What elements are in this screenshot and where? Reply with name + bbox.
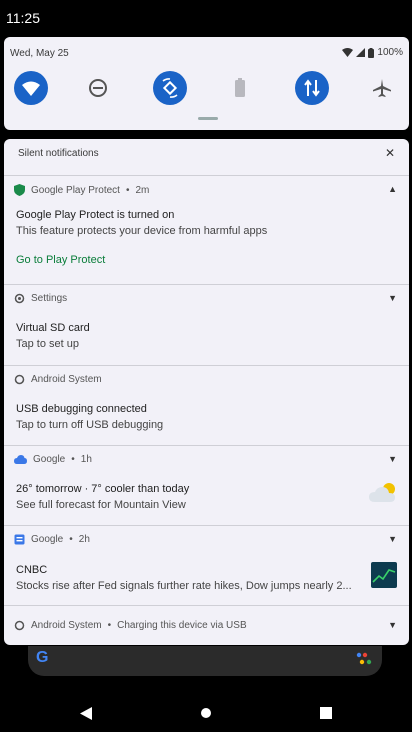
- back-icon: [80, 706, 92, 720]
- silent-notifications-header: Silent notifications: [18, 148, 99, 159]
- auto-rotate-icon: [162, 78, 178, 98]
- qs-date[interactable]: Wed, May 25: [10, 48, 69, 59]
- notification-header: Android System • Charging this device vi…: [14, 620, 247, 631]
- notification-app: Google: [33, 454, 66, 465]
- auto-rotate-tile[interactable]: [153, 71, 187, 105]
- recents-button[interactable]: [316, 703, 336, 723]
- notification-title: CNBC: [16, 564, 48, 576]
- quick-settings-panel: Wed, May 25 100%: [4, 37, 409, 130]
- chevron-down-icon[interactable]: ▼: [388, 293, 397, 303]
- wifi-icon: [22, 81, 40, 96]
- battery-icon: [368, 47, 375, 58]
- notification-panel: Silent notifications ✕ Google Play Prote…: [4, 139, 409, 645]
- notification-header: Settings: [14, 293, 67, 304]
- notification-header: Google • 2h: [14, 534, 90, 545]
- notification-app: Android System: [31, 374, 102, 385]
- chevron-down-icon[interactable]: ▼: [388, 620, 397, 630]
- notification-time: 2m: [135, 184, 150, 196]
- notification-settings[interactable]: Settings ▼ Virtual SD card Tap to set up: [4, 284, 409, 365]
- google-logo-icon: G: [36, 649, 49, 666]
- do-not-disturb-tile[interactable]: [81, 71, 115, 105]
- airplane-icon: [373, 79, 391, 97]
- notification-header: Google Play Protect • 2m: [14, 184, 149, 196]
- notification-text: Stocks rise after Fed signals further ra…: [16, 580, 352, 592]
- back-button[interactable]: [76, 703, 96, 723]
- notification-play-protect[interactable]: Google Play Protect • 2m ▲ Google Play P…: [4, 175, 409, 284]
- notification-header: Android System: [14, 374, 102, 385]
- status-bar: 11:25: [0, 0, 412, 36]
- notification-text: Tap to turn off USB debugging: [16, 419, 164, 431]
- notification-time: 1h: [80, 454, 92, 465]
- notification-text: Charging this device via USB: [117, 620, 247, 631]
- settings-icon: [14, 293, 25, 304]
- play-protect-icon: [14, 184, 25, 196]
- android-icon: [14, 620, 25, 631]
- android-icon: [14, 374, 25, 385]
- notification-time: 2h: [78, 534, 90, 545]
- battery-percent: 100%: [377, 47, 403, 58]
- wifi-tile[interactable]: [14, 71, 48, 105]
- notification-title: 26° tomorrow · 7° cooler than today: [16, 483, 190, 495]
- status-time: 11:25: [6, 10, 40, 26]
- notification-title: Virtual SD card: [16, 322, 90, 334]
- separator: •: [71, 454, 75, 465]
- do-not-disturb-icon: [89, 79, 107, 97]
- cell-signal-icon: [356, 48, 366, 57]
- notification-text: See full forecast for Mountain View: [16, 499, 186, 511]
- notification-title: USB debugging connected: [16, 403, 147, 415]
- airplane-mode-tile[interactable]: [365, 71, 399, 105]
- notification-title: Google Play Protect is turned on: [16, 209, 175, 221]
- notification-weather[interactable]: Google • 1h ▼ 26° tomorrow · 7° cooler t…: [4, 445, 409, 525]
- home-button[interactable]: [196, 703, 216, 723]
- separator: •: [125, 184, 130, 196]
- drag-handle[interactable]: [198, 117, 218, 120]
- assistant-icon[interactable]: [356, 652, 372, 666]
- navigation-bar: [0, 695, 412, 732]
- notification-app: Settings: [31, 293, 68, 304]
- news-icon: [14, 534, 25, 545]
- notification-charging[interactable]: Android System • Charging this device vi…: [4, 605, 409, 645]
- home-icon: [201, 708, 211, 718]
- wifi-signal-icon: [342, 48, 354, 57]
- chevron-down-icon[interactable]: ▼: [388, 534, 397, 544]
- mobile-data-icon: [304, 79, 320, 97]
- battery-saver-icon: [235, 78, 245, 97]
- partly-cloudy-icon: [369, 483, 395, 502]
- notification-usb-debugging[interactable]: Android System USB debugging connected T…: [4, 365, 409, 445]
- cloud-icon: [14, 455, 27, 464]
- notification-app: Google Play Protect: [31, 184, 120, 196]
- separator: •: [107, 620, 112, 631]
- notification-text: This feature protects your device from h…: [16, 225, 268, 237]
- chevron-down-icon[interactable]: ▼: [388, 454, 397, 464]
- mobile-data-tile[interactable]: [295, 71, 329, 105]
- stock-chart-thumbnail: [371, 562, 397, 588]
- notification-app: Google: [31, 534, 64, 545]
- close-icon[interactable]: ✕: [385, 146, 395, 160]
- battery-saver-tile[interactable]: [223, 71, 257, 105]
- chevron-up-icon[interactable]: ▲: [388, 184, 397, 194]
- notification-header: Google • 1h: [14, 454, 92, 465]
- search-bar[interactable]: G: [28, 646, 382, 676]
- go-to-play-protect-button[interactable]: Go to Play Protect: [16, 254, 105, 266]
- separator: •: [69, 534, 73, 545]
- notification-news[interactable]: Google • 2h ▼ CNBC Stocks rise after Fed…: [4, 525, 409, 605]
- recents-icon: [320, 707, 332, 719]
- qs-status-icons: 100%: [342, 47, 403, 58]
- notification-app: Android System: [31, 620, 102, 631]
- notification-text: Tap to set up: [16, 338, 79, 350]
